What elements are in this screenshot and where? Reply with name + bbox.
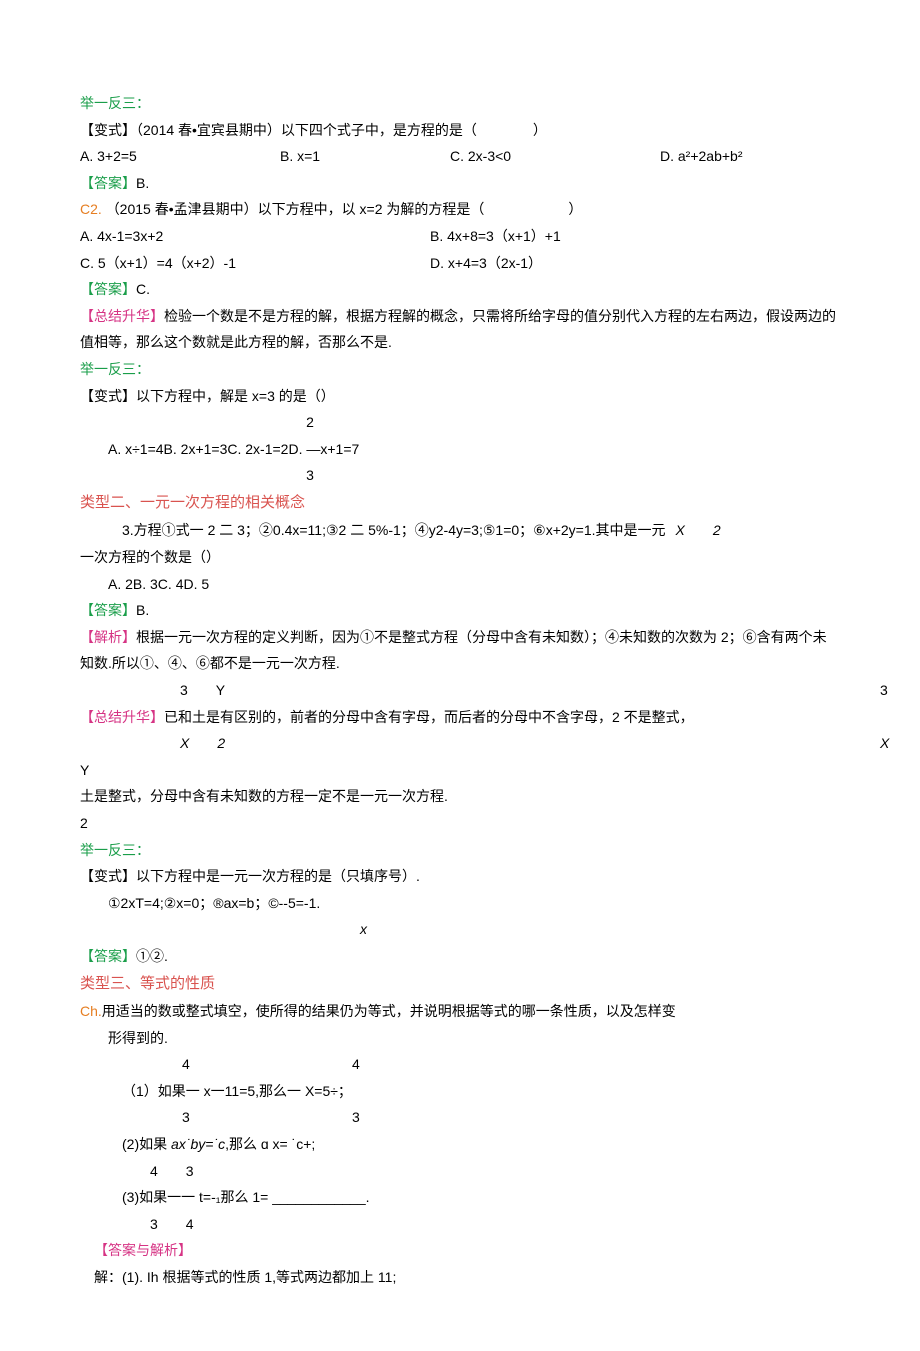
analysis-text: 根据一元一次方程的定义判断，因为①不是整式方程（分母中含有未知数）；④未知数的次…	[80, 629, 827, 672]
c2-opt-c: C. 5（x+1）=4（x+2）-1	[80, 250, 430, 277]
answer-value: B.	[136, 175, 149, 191]
variant-3-answer: 【答案】①②.	[80, 943, 840, 970]
c2-options-row2: C. 5（x+1）=4（x+2）-1 D. x+4=3（2x-1）	[80, 250, 840, 277]
answer-label: 【答案】	[80, 948, 136, 964]
l2c: ,那么 ɑ x= ˙c+;	[225, 1136, 315, 1152]
ch-label: Ch.	[80, 1003, 102, 1019]
answer-label: 【答案】	[80, 175, 136, 191]
variant-3-question: 【变式】以下方程中是一元一次方程的是（只填序号）.	[80, 863, 840, 890]
type2-q-row: 3.方程①式一 2 二 3；②0.4x=11;③2 二 5%-1；④y2-4y=…	[80, 517, 840, 544]
summary-label: 【总结升华】	[80, 308, 164, 324]
variant-1-question: 【变式】（2014 春•宜宾县期中）以下四个式子中，是方程的是（ ）	[80, 117, 840, 144]
row2a: X 2	[80, 730, 880, 757]
type3-row1: 4 4	[80, 1051, 840, 1078]
type2-q2: 一次方程的个数是（）	[80, 544, 840, 571]
heading-variant-2: 举一反三：	[80, 356, 840, 383]
opt-c: C. 2x-3<0	[450, 143, 660, 170]
variant-2-question: 【变式】以下方程中，解是 x=3 的是（）	[80, 383, 840, 410]
row2b: X	[880, 730, 889, 757]
type2-row1: 3 Y 3	[80, 677, 840, 704]
summary-label: 【总结升华】	[80, 709, 164, 725]
l2b: ax˙by=˙c	[171, 1136, 225, 1152]
c2-opt-b: B. 4x+8=3（x+1）+1	[430, 223, 561, 250]
answer-1: 【答案】B.	[80, 170, 840, 197]
c2-opt-a: A. 4x-1=3x+2	[80, 223, 430, 250]
answer-label: 【答案】	[80, 602, 136, 618]
analysis-label: 【解析】	[80, 629, 136, 645]
type2-analysis: 【解析】根据一元一次方程的定义判断，因为①不是整式方程（分母中含有未知数）；④未…	[80, 624, 840, 677]
variant-3-opts: ①2xT=4;②x=0；®ax=b；©--5=-1.	[80, 890, 840, 917]
answer-value: B.	[136, 602, 149, 618]
variant-2-options: A. x÷1=4B. 2x+1=3C. 2x-1=2D. —x+1=7	[80, 436, 840, 463]
type3-line2: (2)如果 ax˙by=˙c,那么 ɑ x= ˙c+;	[80, 1131, 840, 1158]
opt-d: D. a²+2ab+b²	[660, 143, 743, 170]
type3-sol: 解：(1). Ih 根据等式的性质 1,等式两边都加上 11;	[80, 1264, 840, 1291]
r1b: 4	[352, 1051, 360, 1078]
type3-q1-text: 用适当的数或整式填空，使所得的结果仍为等式，并说明根据等式的哪一条性质，以及怎样…	[102, 1003, 676, 1019]
type3-q2: 形得到的.	[80, 1025, 840, 1052]
type2-y: Y	[80, 757, 840, 784]
type2-summary: 【总结升华】已和土是有区别的，前者的分母中含有字母，而后者的分母中不含字母，2 …	[80, 704, 840, 731]
r1a: 4	[122, 1051, 352, 1078]
type2-two: 2	[80, 810, 840, 837]
c2-label: C2.	[80, 201, 106, 217]
type3-line1: （1）如果一 x一11=5,那么一 X=5÷；	[80, 1078, 840, 1105]
type3-q1: Ch.用适当的数或整式填空，使所得的结果仍为等式，并说明根据等式的哪一条性质，以…	[80, 998, 840, 1025]
answer-label: 【答案】	[80, 281, 136, 297]
type2-q: 3.方程①式一 2 二 3；②0.4x=11;③2 二 5%-1；④y2-4y=…	[80, 517, 666, 544]
c2-question: C2. （2015 春•孟津县期中）以下方程中，以 x=2 为解的方程是（ ）	[80, 196, 840, 223]
type3-row2: 3 3	[80, 1104, 840, 1131]
type2-tail: 土是整式，分母中含有未知数的方程一定不是一元一次方程.	[80, 783, 840, 810]
heading-variant-3: 举一反三：	[80, 837, 840, 864]
x-italic: x	[80, 916, 840, 943]
opt-a: A. 3+2=5	[80, 143, 280, 170]
type3-heading: 类型三、等式的性质	[80, 970, 840, 999]
variant-1-options: A. 3+2=5 B. x=1 C. 2x-3<0 D. a²+2ab+b²	[80, 143, 840, 170]
type3-row3: 4 3	[80, 1158, 840, 1185]
opt-b: B. x=1	[280, 143, 450, 170]
type2-opts: A. 2B. 3C. 4D. 5	[80, 571, 840, 598]
heading-variant-1: 举一反三：	[80, 90, 840, 117]
type2-heading: 类型二、一元一次方程的相关概念	[80, 489, 840, 518]
type3-line3: (3)如果一一 t=-₁那么 1= ____________.	[80, 1184, 840, 1211]
frac-bot: 3	[80, 462, 540, 489]
row1a: 3 Y	[80, 677, 880, 704]
row1b: 3	[880, 677, 888, 704]
r2b: 3	[352, 1104, 360, 1131]
r2a: 3	[122, 1104, 352, 1131]
type2-row2: X 2 X	[80, 730, 840, 757]
c2-options-row1: A. 4x-1=3x+2 B. 4x+8=3（x+1）+1	[80, 223, 840, 250]
c2-summary: 【总结升华】检验一个数是不是方程的解，根据方程解的概念，只需将所给字母的值分别代…	[80, 303, 840, 356]
summary-text: 已和土是有区别的，前者的分母中含有字母，而后者的分母中不含字母，2 不是整式，	[164, 709, 694, 725]
c2-answer: 【答案】C.	[80, 276, 840, 303]
summary-text: 检验一个数是不是方程的解，根据方程解的概念，只需将所给字母的值分别代入方程的左右…	[80, 308, 836, 351]
answer-value: ①②.	[136, 948, 168, 964]
c2-opt-d: D. x+4=3（2x-1）	[430, 250, 542, 277]
type3-row4: 3 4	[80, 1211, 840, 1238]
type3-ans-label: 【答案与解析】	[80, 1237, 840, 1264]
c2-text: （2015 春•孟津县期中）以下方程中，以 x=2 为解的方程是（ ）	[106, 201, 583, 217]
answer-value: C.	[136, 281, 150, 297]
type2-answer: 【答案】B.	[80, 597, 840, 624]
type2-q-italic: X 2	[676, 517, 721, 544]
frac-top: 2	[80, 409, 540, 436]
l2a: (2)如果	[122, 1136, 171, 1152]
